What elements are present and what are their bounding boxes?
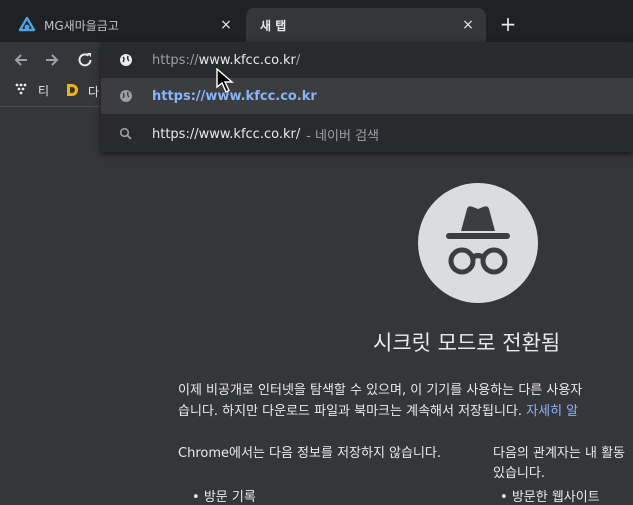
url-path: / [295, 52, 301, 68]
section-heading: 다음의 관계자는 내 활동 [493, 446, 625, 461]
not-saved-section: Chrome에서는 다음 정보를 저장하지 않습니다. [178, 444, 468, 464]
learn-more-link[interactable]: 자세히 알 [526, 404, 578, 419]
visible-to-section: 다음의 관계자는 내 활동 있습니다. [493, 444, 633, 484]
bookmark-d-logo-icon [64, 82, 80, 101]
incognito-icon [418, 183, 538, 303]
globe-icon [118, 88, 134, 104]
forward-arrow-icon[interactable] [42, 50, 62, 70]
tab-strip: MG새마을금고 × 새 탭 × + [0, 0, 633, 42]
description-line: 습니다. 하지만 다운로드 파일과 북마크는 계속해서 저장됩니다. [178, 404, 523, 419]
search-icon [118, 126, 134, 142]
section-heading: Chrome에서는 다음 정보를 저장하지 않습니다. [178, 446, 442, 461]
incognito-description: 이제 비공개로 인터넷을 탐색할 수 있으며, 이 기기를 사용하는 다른 사용… [178, 380, 633, 422]
bookmark-label: 티 [38, 84, 50, 98]
page-title: 시크릿 모드로 전환됨 [373, 331, 561, 355]
bookmark-item[interactable]: 티 [14, 82, 49, 99]
suggestion-search[interactable]: https://www.kfcc.co.kr/ - 네이버 검색 [101, 116, 633, 152]
close-tab-icon[interactable]: × [218, 17, 234, 33]
bookmark-label: 다 [88, 85, 100, 99]
suggestion-url[interactable]: https://www.kfcc.co.kr [101, 78, 633, 114]
tab-new-tab[interactable]: 새 탭 × [246, 8, 486, 42]
section-heading-cont: 있습니다. [493, 466, 545, 481]
omnibox-dropdown: https://www.kfcc.co.kr / https://www.kfcc… [101, 42, 633, 152]
description-line: 이제 비공개로 인터넷을 탐색할 수 있으며, 이 기기를 사용하는 다른 사용… [178, 383, 583, 398]
reload-icon[interactable] [75, 50, 95, 70]
list-item: • 방문 기록 [192, 490, 256, 505]
address-input[interactable]: https://www.kfcc.co.kr / [101, 42, 633, 78]
new-tab-button[interactable]: + [498, 12, 518, 36]
suggestion-suffix: - 네이버 검색 [306, 128, 379, 144]
mouse-cursor-icon [216, 67, 236, 98]
globe-icon [118, 52, 134, 68]
url-scheme: https:// [152, 52, 199, 68]
list-item: • 방문한 웹사이트 [500, 490, 600, 505]
tab-title: MG새마을금고 [44, 18, 119, 33]
tab-title: 새 탭 [260, 18, 287, 33]
bookmark-item[interactable]: 다 [64, 82, 99, 101]
suggestion-text: https://www.kfcc.co.kr/ [152, 126, 301, 142]
bookmark-dots-icon [14, 82, 28, 99]
close-tab-icon[interactable]: × [460, 17, 476, 33]
url-host: www.kfcc.co.kr [198, 52, 296, 68]
tab-kfcc[interactable]: MG새마을금고 × [8, 8, 244, 42]
back-arrow-icon[interactable] [11, 50, 31, 70]
mg-logo-icon [18, 16, 36, 34]
